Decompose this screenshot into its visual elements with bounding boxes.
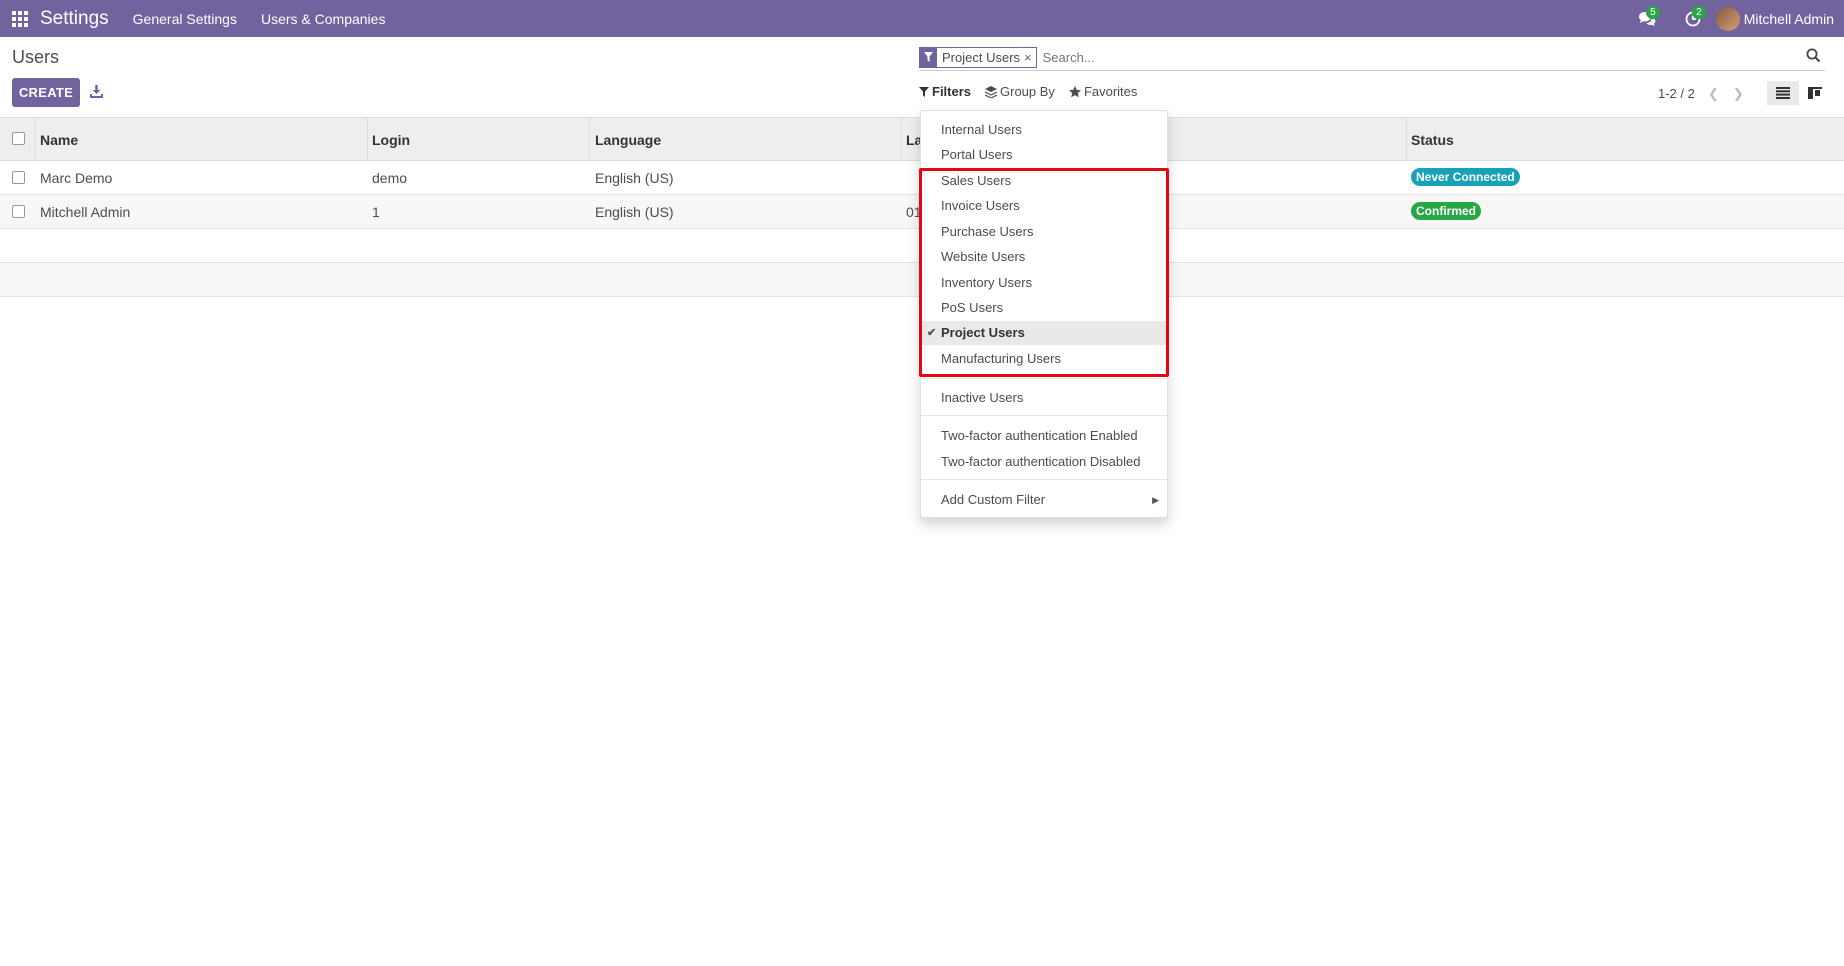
filter-item-2fa-enabled[interactable]: Two-factor authentication Enabled xyxy=(921,424,1167,448)
filter-item-2fa-disabled[interactable]: Two-factor authentication Disabled xyxy=(921,450,1167,474)
chevron-right-icon[interactable]: ❯ xyxy=(1733,86,1744,102)
filter-icon xyxy=(920,46,937,68)
messages-count-badge: 5 xyxy=(1646,6,1660,19)
menu-users-companies[interactable]: Users & Companies xyxy=(261,11,386,27)
breadcrumb: Users xyxy=(12,47,60,67)
close-icon[interactable]: × xyxy=(1024,50,1036,65)
cell-login: 1 xyxy=(372,204,380,220)
menu-general-settings[interactable]: General Settings xyxy=(133,11,237,27)
filter-item-sales-users[interactable]: Sales Users xyxy=(921,169,1167,193)
filter-item-website-users[interactable]: Website Users xyxy=(921,245,1167,269)
search-bar: Project Users × xyxy=(919,44,1825,71)
list-icon xyxy=(1776,87,1790,99)
create-button[interactable]: CREATE xyxy=(12,78,80,107)
row-checkbox[interactable] xyxy=(12,205,25,218)
search-icon[interactable] xyxy=(1806,48,1821,67)
row-checkbox[interactable] xyxy=(12,171,25,184)
column-header-name[interactable]: Name xyxy=(40,132,78,148)
filter-item-project-users[interactable]: ✔ Project Users xyxy=(921,321,1167,345)
pager-arrows: ❮ ❯ xyxy=(1708,86,1744,102)
cell-language: English (US) xyxy=(595,204,674,220)
cell-login: demo xyxy=(372,170,408,186)
search-input[interactable] xyxy=(1042,49,1643,65)
filter-item-purchase-users[interactable]: Purchase Users xyxy=(921,220,1167,244)
kanban-icon xyxy=(1808,87,1822,99)
filters-toggle[interactable]: Filters xyxy=(919,84,971,99)
filter-icon xyxy=(919,86,929,97)
filter-item-invoice-users[interactable]: Invoice Users xyxy=(921,194,1167,218)
caret-right-icon: ▶ xyxy=(1152,495,1159,505)
checkmark-icon: ✔ xyxy=(927,327,937,339)
activities-button[interactable]: 2 xyxy=(1670,0,1716,37)
filter-item-portal-users[interactable]: Portal Users xyxy=(921,143,1167,167)
filter-item-manufacturing-users[interactable]: Manufacturing Users xyxy=(921,347,1167,371)
cell-name: Marc Demo xyxy=(40,170,113,186)
messages-button[interactable]: 5 xyxy=(1624,0,1670,37)
activities-count-badge: 2 xyxy=(1692,6,1706,19)
cell-language: English (US) xyxy=(595,170,674,186)
column-divider xyxy=(1406,118,1407,161)
star-icon xyxy=(1068,85,1081,97)
status-badge: Confirmed xyxy=(1411,202,1481,220)
filters-label: Filters xyxy=(932,84,972,99)
list-view-button[interactable] xyxy=(1767,81,1799,105)
column-header-login[interactable]: Login xyxy=(372,132,410,148)
dropdown-divider xyxy=(921,415,1167,416)
kanban-view-button[interactable] xyxy=(1799,81,1831,105)
pager-value[interactable]: 1-2 / 2 xyxy=(1658,86,1695,101)
column-divider xyxy=(35,118,36,161)
column-header-status[interactable]: Status xyxy=(1411,132,1454,148)
filter-item-inventory-users[interactable]: Inventory Users xyxy=(921,271,1167,295)
layers-icon xyxy=(985,85,998,98)
column-divider xyxy=(901,118,902,161)
view-switcher xyxy=(1767,81,1831,105)
search-options: Filters Group By Favorites xyxy=(919,84,1151,99)
filter-item-internal-users[interactable]: Internal Users xyxy=(921,118,1167,142)
chevron-left-icon[interactable]: ❮ xyxy=(1708,86,1719,102)
column-header-language[interactable]: Language xyxy=(595,132,661,148)
filter-item-label: Project Users xyxy=(941,325,1025,340)
user-menu[interactable]: Mitchell Admin xyxy=(1744,11,1834,27)
favorites-toggle[interactable]: Favorites xyxy=(1068,84,1138,99)
apps-menu-icon[interactable] xyxy=(0,0,40,37)
app-title[interactable]: Settings xyxy=(40,8,109,30)
select-all-checkbox[interactable] xyxy=(12,132,25,145)
avatar[interactable] xyxy=(1715,6,1740,31)
filter-item-pos-users[interactable]: PoS Users xyxy=(921,296,1167,320)
cell-name: Mitchell Admin xyxy=(40,204,131,220)
add-custom-filter-label: Add Custom Filter xyxy=(941,492,1046,507)
groupby-label: Group By xyxy=(1000,84,1055,99)
search-facet[interactable]: Project Users × xyxy=(919,46,1037,68)
top-navbar: Settings General Settings Users & Compan… xyxy=(0,0,1844,37)
favorites-label: Favorites xyxy=(1083,84,1138,99)
add-custom-filter[interactable]: Add Custom Filter ▶ xyxy=(921,488,1167,512)
dropdown-divider xyxy=(921,479,1167,480)
filters-dropdown: Internal Users Portal Users Sales Users … xyxy=(920,110,1168,518)
dropdown-divider xyxy=(921,378,1167,379)
column-divider xyxy=(367,118,368,161)
download-icon[interactable] xyxy=(87,82,105,100)
filter-item-inactive-users[interactable]: Inactive Users xyxy=(921,386,1167,410)
status-badge: Never Connected xyxy=(1411,168,1520,186)
search-facet-label: Project Users xyxy=(942,49,1021,65)
column-divider xyxy=(589,118,590,161)
groupby-toggle[interactable]: Group By xyxy=(985,84,1055,99)
